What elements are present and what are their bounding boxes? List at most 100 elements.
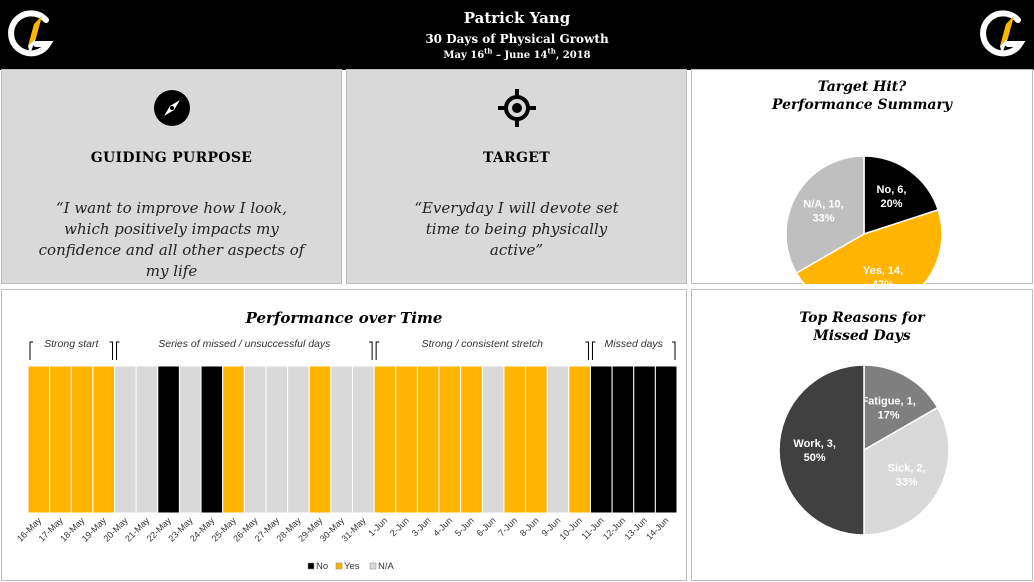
bar-1-Jun — [373, 365, 397, 514]
legend-swatch-na — [369, 562, 377, 570]
date-end-suffix: th — [547, 46, 556, 56]
purpose-quote: “I want to improve how I look, which pos… — [38, 199, 305, 280]
x-tick-label: 31-May — [339, 515, 368, 544]
x-tick-label: 12-Jun — [601, 515, 628, 542]
target-panel: TARGET “Everyday I will devote set time … — [346, 69, 687, 284]
x-tick-label: 7-Jun — [496, 515, 519, 538]
legend-swatch-no — [307, 562, 315, 570]
x-tick-label: 10-Jun — [558, 515, 585, 542]
bar-17-May — [49, 365, 72, 514]
slice-label-name: N/A, 10, — [803, 199, 843, 211]
performance-pie-chart: No, 6, 20% Yes, 14, 47% N/A, 10, 33% — [785, 155, 943, 284]
header-bar: Patrick Yang 30 Days of Physical Growth … — [0, 0, 1034, 70]
target-quote: “Everyday I will devote set time to bein… — [414, 199, 619, 259]
legend-label: N/A — [378, 561, 395, 572]
legend-label: Yes — [344, 561, 360, 572]
bar-10-Jun — [568, 365, 591, 514]
performance-over-time-panel: Performance over Time 16-May 17-May 18-May… — [1, 289, 687, 581]
x-tick-label: 1-Jun — [366, 515, 389, 538]
annotation-bracket-left — [375, 341, 380, 360]
annotation-label: Strong / consistent stretch — [422, 338, 544, 350]
bar-23-May — [178, 365, 202, 514]
missed-reasons-pie-chart: Fatigue, 1, 17% Sick, 2, 33% Work, 3, 50% — [778, 364, 950, 536]
x-tick-label: 8-Jun — [518, 515, 541, 538]
slice-label-name: Work, 3, — [793, 438, 836, 450]
bar-4-Jun — [438, 365, 462, 514]
annotation-bracket-left — [591, 341, 596, 360]
bar-2-Jun — [395, 365, 418, 514]
slice-label-percent: 33% — [896, 477, 918, 489]
slice-label-name: Yes, 14, — [863, 265, 903, 277]
annotation-bracket-right — [672, 341, 676, 360]
legend-swatch-yes — [335, 562, 343, 570]
annotation-label: Missed days — [605, 338, 664, 350]
x-tick-label: 4-Jun — [431, 515, 454, 538]
reasons-title-1: Top Reasons for — [799, 310, 925, 326]
slice-label-name: Sick, 2, — [888, 463, 926, 475]
annotation-bracket-right — [369, 341, 373, 360]
slice-label-percent: 20% — [880, 198, 902, 210]
missed-days-panel: Top Reasons for Missed Days Fatigue, 1, 1… — [691, 289, 1033, 581]
bar-8-Jun — [525, 365, 548, 514]
slice-label-percent: 17% — [878, 409, 900, 421]
summary-title-2: Performance Summary — [771, 97, 953, 113]
annotation-bracket-right — [585, 341, 589, 360]
header-subtitle: 30 Days of Physical Growth — [425, 32, 609, 46]
performance-bar-chart: 16-May17-May18-May19-May20-May21-May22-M… — [15, 338, 678, 572]
bar-18-May — [70, 365, 94, 514]
target-title: TARGET — [483, 150, 550, 166]
bar-21-May — [135, 365, 159, 514]
bar-24-May — [200, 365, 224, 514]
annotation-label: Strong start — [44, 338, 99, 350]
bar-25-May — [222, 365, 245, 514]
bar-28-May — [287, 365, 310, 514]
x-tick-label: 14-Jun — [644, 515, 671, 542]
bar-14-Jun — [654, 365, 678, 514]
slice-label-percent: 50% — [804, 452, 826, 464]
bar-27-May — [265, 365, 289, 514]
bar-19-May — [92, 365, 116, 514]
bar-6-Jun — [481, 365, 505, 514]
header-name: Patrick Yang — [463, 9, 571, 27]
x-tick-label: 5-Jun — [453, 515, 476, 538]
compass-icon — [153, 90, 190, 126]
date-year: , 2018 — [555, 50, 591, 61]
header-dates: May 16th – June 14th, 2018 — [0, 46, 1034, 61]
bar-22-May — [157, 365, 180, 514]
slice-label-name: Fatigue, 1, — [861, 395, 915, 407]
bar-9-Jun — [546, 365, 570, 514]
bar-5-Jun — [460, 365, 483, 514]
bar-20-May — [114, 365, 137, 514]
slice-label-percent: 47% — [872, 279, 894, 284]
bar-30-May — [330, 365, 354, 514]
annotation-bracket-right — [109, 341, 114, 360]
slice-label-percent: 33% — [812, 213, 834, 225]
annotation-label: Series of missed / unsuccessful days — [158, 338, 331, 350]
performance-summary-panel: Target Hit? Performance Summary No, 6, 20… — [691, 69, 1033, 284]
date-end: – June 14 — [492, 50, 548, 61]
x-tick-label: 6-Jun — [475, 515, 498, 538]
dashboard: Patrick Yang 30 Days of Physical Growth … — [0, 0, 1034, 582]
target-icon-wrap — [347, 88, 686, 128]
bar-3-Jun — [416, 365, 440, 514]
annotation-bracket-left — [29, 341, 33, 360]
bar-11-Jun — [589, 365, 613, 514]
annotation-bracket-left — [116, 341, 120, 360]
date-start: May 16 — [443, 50, 485, 61]
bar-29-May — [308, 365, 332, 514]
bar-16-May — [27, 365, 51, 514]
guiding-purpose-panel: GUIDING PURPOSE “I want to improve how I… — [1, 69, 342, 284]
legend-label: No — [316, 561, 328, 572]
summary-title-1: Target Hit? — [817, 79, 907, 95]
reasons-title-2: Missed Days — [813, 328, 911, 344]
target-icon — [497, 89, 536, 127]
bar-12-Jun — [611, 365, 635, 514]
bar-31-May — [352, 365, 375, 514]
x-tick-label: 13-Jun — [622, 515, 649, 542]
bar-26-May — [243, 365, 267, 514]
purpose-title: GUIDING PURPOSE — [90, 150, 253, 166]
compass-icon-wrap — [2, 88, 341, 128]
x-tick-label: 3-Jun — [410, 515, 433, 538]
bar-7-Jun — [503, 365, 527, 514]
slice-label-name: No, 6, — [877, 184, 907, 196]
